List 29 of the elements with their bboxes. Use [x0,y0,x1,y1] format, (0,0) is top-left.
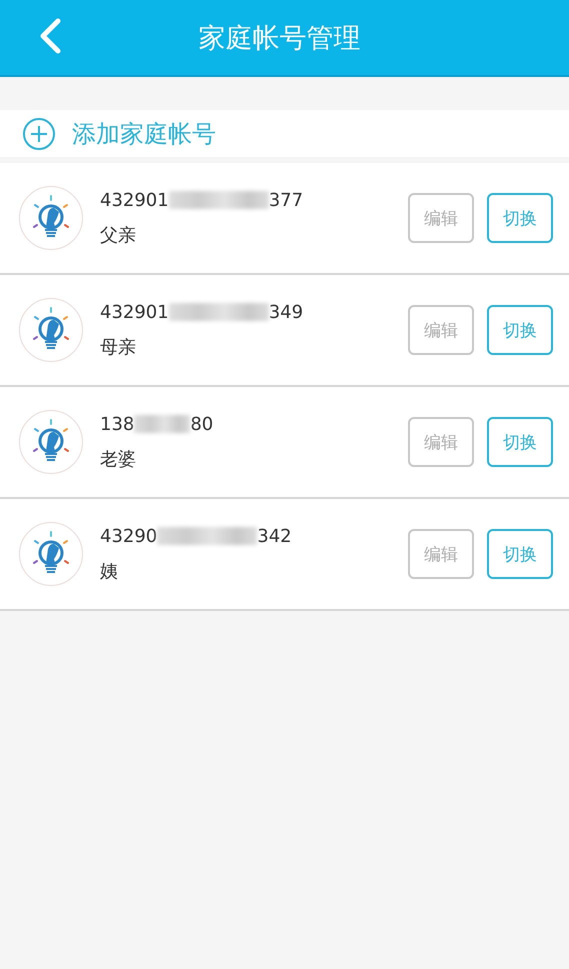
add-account-button[interactable]: 添加家庭帐号 [0,110,569,157]
relation-label: 老婆 [100,448,137,470]
back-icon[interactable] [38,18,62,54]
relation-label: 母亲 [100,336,137,358]
avatar-icon [19,410,83,474]
edit-button[interactable]: 编辑 [408,417,474,467]
relation-label: 姨 [100,560,119,582]
avatar-icon [19,186,83,250]
page-title: 家庭帐号管理 [198,22,360,56]
account-number-prefix: 138 [100,414,134,434]
account-number-suffix: 342 [257,526,292,546]
account-number-suffix: 377 [268,190,304,210]
account-number-suffix: 349 [268,302,304,322]
switch-button[interactable]: 切换 [487,417,553,467]
plus-circle-icon [22,116,56,150]
switch-button[interactable]: 切换 [487,193,553,243]
edit-button[interactable]: 编辑 [408,529,474,579]
redaction-mark [134,415,190,433]
switch-button[interactable]: 切换 [487,305,553,355]
avatar-icon [19,298,83,362]
account-number-prefix: 432901 [100,302,169,322]
account-number-prefix: 43290 [100,526,158,546]
edit-button[interactable]: 编辑 [408,305,474,355]
account-number-prefix: 432901 [100,190,169,210]
account-number-suffix: 80 [190,414,214,434]
switch-button[interactable]: 切换 [487,529,553,579]
relation-label: 父亲 [100,224,137,246]
edit-button[interactable]: 编辑 [408,193,474,243]
avatar-icon [19,522,83,586]
